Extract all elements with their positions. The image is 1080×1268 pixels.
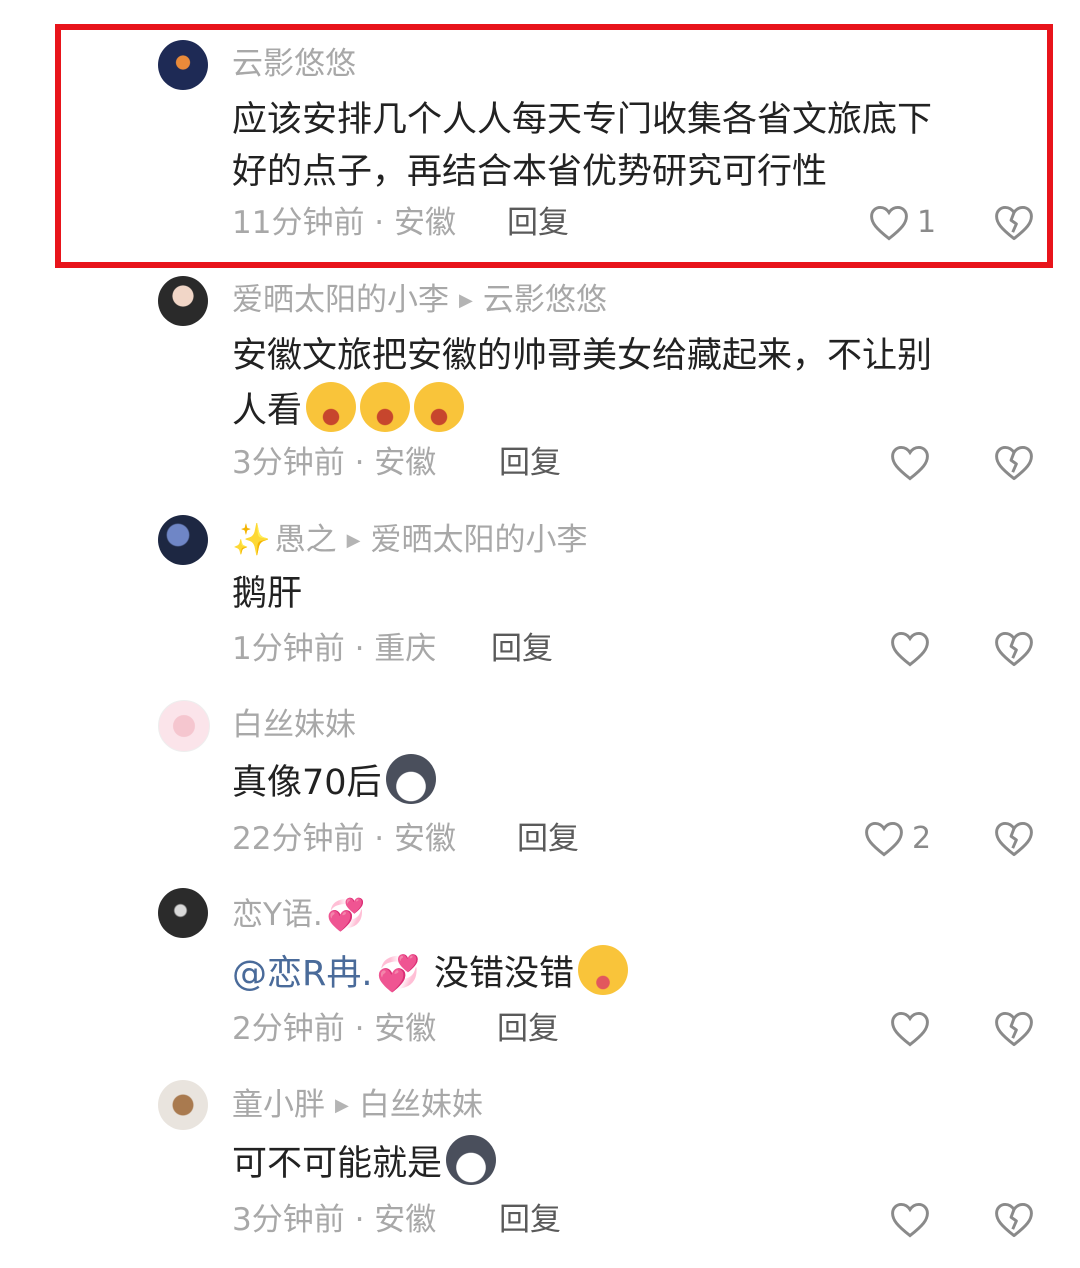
comment-time-location: 3分钟前 · 安徽 (232, 445, 437, 481)
heart-icon[interactable] (888, 1198, 932, 1242)
avatar[interactable] (158, 1080, 208, 1130)
like-count: 2 (912, 821, 932, 856)
comment-time-location: 3分钟前 · 安徽 (232, 1202, 437, 1238)
comment-time-location: 22分钟前 · 安徽 (232, 821, 457, 857)
avatar[interactable] (158, 515, 208, 565)
heart-icon[interactable] (867, 201, 911, 245)
heart-icon[interactable] (888, 441, 932, 485)
comment-text: 安徽文旅把安徽的帅哥美女给藏起来，不让别 人看 (232, 336, 933, 432)
comment-username[interactable]: 愚之 (275, 522, 337, 558)
reply-arrow-icon: ▶ (459, 290, 473, 311)
comment-text: @恋R冉. 💞 没错没错 (232, 945, 1032, 1000)
reply-arrow-icon: ▶ (346, 530, 361, 551)
broken-heart-icon[interactable] (992, 627, 1036, 671)
broken-heart-icon[interactable] (992, 441, 1036, 485)
reply-to-username[interactable]: 云影悠悠 (483, 282, 607, 318)
comment-text: 应该安排几个人人每天专门收集各省文旅底下 好的点子，再结合本省优势研究可行性 (232, 100, 933, 192)
avatar[interactable] (158, 40, 208, 90)
comment-text: 鹅肝 (232, 574, 303, 614)
comment-text: 可不可能就是 (232, 1135, 1032, 1190)
reply-button[interactable]: 回复 (499, 443, 561, 483)
comment-time-location: 11分钟前 · 安徽 (232, 205, 457, 241)
comment-text: 真像70后 (232, 754, 1032, 809)
husky-dog-emoji (385, 754, 436, 804)
comment-username[interactable]: 恋Y语. (232, 897, 323, 933)
heart-icon[interactable] (888, 1007, 932, 1051)
reply-to-username[interactable]: 白丝妹妹 (359, 1087, 483, 1123)
comment-time-location: 2分钟前 · 安徽 (232, 1011, 437, 1047)
broken-heart-icon[interactable] (992, 201, 1036, 245)
laugh-cry-emoji (360, 382, 411, 432)
comment-time-location: 1分钟前 · 重庆 (232, 631, 437, 667)
laugh-cry-emoji (414, 382, 465, 432)
reply-to-username[interactable]: 爱晒太阳的小李 (370, 522, 587, 558)
comment-username[interactable]: 白丝妹妹 (232, 707, 356, 743)
heart-emoji-icon: 💞 (376, 954, 421, 994)
reply-button[interactable]: 回复 (491, 629, 553, 669)
comment-username[interactable]: 云影悠悠 (232, 46, 356, 82)
avatar[interactable] (158, 888, 208, 938)
heart-icon[interactable] (862, 817, 906, 861)
reply-arrow-icon: ▶ (335, 1095, 349, 1116)
laugh-cry-emoji (306, 382, 357, 432)
sparkle-icon: ✨ (232, 522, 271, 558)
comment-username[interactable]: 童小胖 (232, 1087, 325, 1123)
reply-button[interactable]: 回复 (499, 1200, 561, 1240)
reply-button[interactable]: 回复 (517, 819, 579, 859)
avatar[interactable] (158, 276, 208, 326)
wink-tongue-emoji (578, 945, 629, 995)
mention-link[interactable]: @恋R冉. (232, 954, 372, 994)
reply-button[interactable]: 回复 (507, 203, 569, 243)
heart-icon[interactable] (888, 627, 932, 671)
avatar[interactable] (158, 700, 210, 752)
broken-heart-icon[interactable] (992, 817, 1036, 861)
husky-dog-emoji (446, 1135, 497, 1185)
broken-heart-icon[interactable] (992, 1198, 1036, 1242)
broken-heart-icon[interactable] (992, 1007, 1036, 1051)
like-count: 1 (917, 205, 937, 240)
heart-emoji-icon: 💞 (326, 897, 366, 933)
reply-button[interactable]: 回复 (497, 1009, 559, 1049)
comment-username[interactable]: 爱晒太阳的小李 (232, 282, 449, 318)
